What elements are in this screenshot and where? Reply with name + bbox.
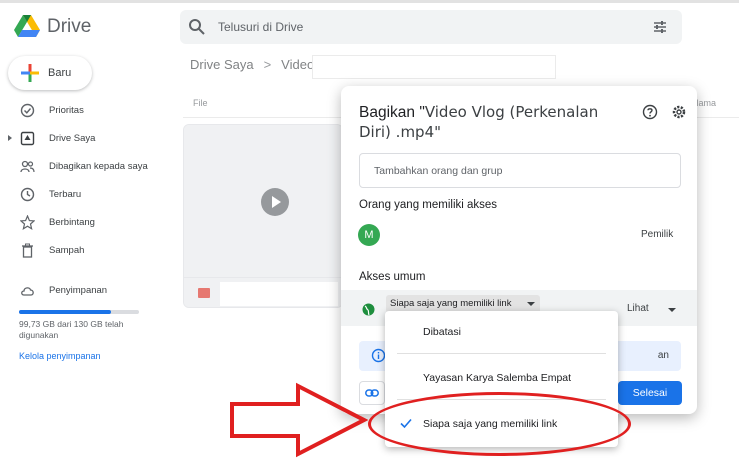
people-icon [20, 160, 35, 173]
done-button[interactable]: Selesai [618, 381, 682, 405]
gear-icon[interactable] [671, 104, 687, 120]
menu-item-label: Yayasan Karya Salemba Empat [423, 372, 572, 384]
role-dropdown[interactable]: Lihat [627, 303, 649, 314]
new-button[interactable]: Baru [8, 56, 92, 90]
sidebar-item-label: Dibagikan kepada saya [49, 161, 148, 172]
trash-icon [22, 243, 33, 258]
help-icon[interactable] [642, 104, 658, 120]
add-people-input[interactable]: Tambahkan orang dan grup [359, 153, 681, 188]
app-name[interactable]: Drive [47, 16, 91, 38]
menu-item-label: Dibatasi [423, 326, 461, 338]
sidebar-item-penyimpanan[interactable]: Penyimpanan [0, 280, 170, 302]
sidebar-item-label: Penyimpanan [49, 285, 108, 296]
clock-icon [20, 187, 35, 202]
sidebar-item-dibagikan[interactable]: Dibagikan kepada saya [0, 156, 170, 178]
highlight-oval [368, 392, 631, 456]
sidebar-item-drive-saya[interactable]: Drive Saya [0, 128, 170, 150]
sidebar-item-label: Drive Saya [49, 133, 96, 144]
cloud-icon [21, 287, 34, 296]
storage-progress-fill [19, 310, 112, 314]
globe-icon [362, 303, 375, 316]
my-drive-icon [20, 131, 35, 146]
general-access-heading: Akses umum [359, 271, 426, 283]
owner-role-label: Pemilik [641, 229, 674, 240]
menu-item-restricted[interactable]: Dibatasi [385, 317, 618, 347]
dialog-title-line2: Diri) .mp4" [359, 123, 441, 142]
check-circle-icon [20, 103, 35, 118]
sidebar-item-label: Prioritas [49, 105, 84, 116]
menu-item-organization[interactable]: Yayasan Karya Salemba Empat [385, 363, 618, 393]
sidebar-item-berbintang[interactable]: Berbintang [0, 212, 170, 234]
avatar: M [358, 224, 380, 246]
top-bar: Drive Telusuri di Drive [0, 0, 739, 50]
plus-icon [21, 64, 39, 82]
info-icon [371, 348, 386, 363]
dialog-title-filename-end: Diri) .mp4" [359, 123, 442, 141]
storage-progress-bar [19, 310, 139, 314]
sidebar-item-label: Berbintang [49, 217, 95, 228]
sidebar-item-terbaru[interactable]: Terbaru [0, 184, 170, 206]
dialog-title-prefix: Bagikan " [359, 104, 425, 121]
star-icon [20, 215, 35, 230]
storage-usage-text: 99,73 GB dari 130 GB telah digunakan [19, 319, 124, 340]
sidebar-item-prioritas[interactable]: Prioritas [0, 100, 170, 122]
drive-logo-icon[interactable] [14, 15, 40, 37]
dialog-title-filename: Video Vlog (Perkenalan [424, 103, 599, 121]
search-icon[interactable] [188, 18, 206, 36]
chevron-down-icon[interactable] [668, 308, 676, 312]
search-input[interactable]: Telusuri di Drive [218, 20, 303, 34]
new-button-label: Baru [48, 67, 72, 79]
search-bar[interactable]: Telusuri di Drive [180, 10, 682, 44]
search-options-icon[interactable] [652, 19, 668, 35]
people-with-access-heading: Orang yang memiliki akses [359, 199, 498, 211]
sidebar-item-label: Terbaru [49, 189, 82, 200]
general-access-value: Siapa saja yang memiliki link [390, 298, 512, 309]
chevron-down-icon[interactable] [527, 302, 535, 306]
menu-divider [397, 353, 606, 354]
expand-caret-icon[interactable] [8, 135, 12, 141]
annotation-arrow-icon [230, 382, 368, 458]
manage-storage-link[interactable]: Kelola penyimpanan [19, 351, 101, 361]
sidebar-item-sampah[interactable]: Sampah [0, 240, 170, 262]
info-banner-text: an [657, 350, 669, 361]
dialog-title: Bagikan "Video Vlog (Perkenalan [359, 103, 598, 122]
sidebar-item-label: Sampah [49, 245, 85, 256]
